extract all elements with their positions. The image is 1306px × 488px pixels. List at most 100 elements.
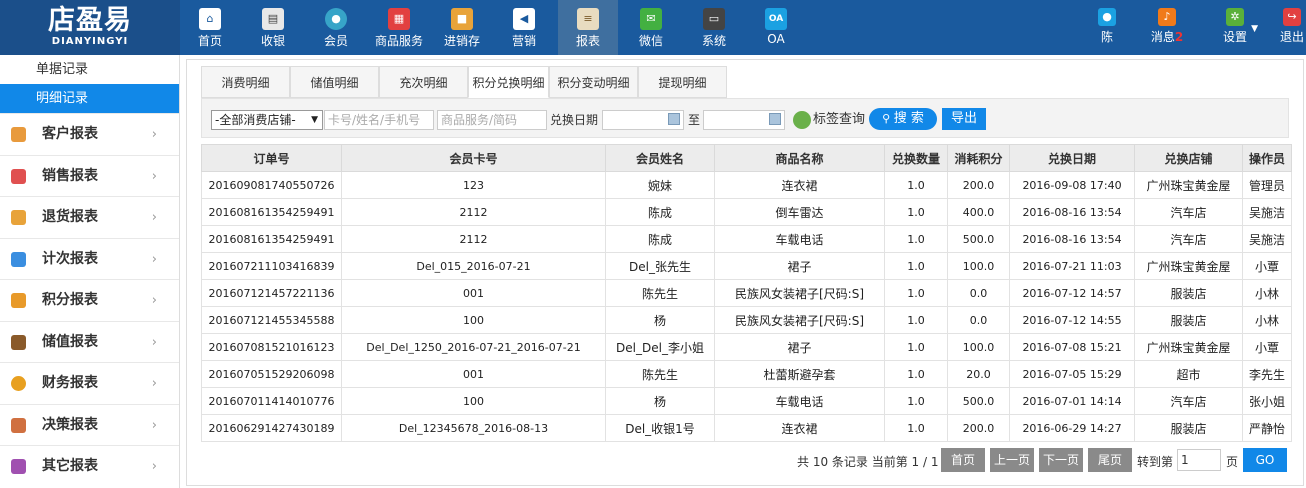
messages-button[interactable]: ♪ 消息2: [1142, 0, 1192, 55]
nav-home[interactable]: ⌂ 首页: [183, 0, 237, 55]
export-button[interactable]: 导出: [942, 108, 986, 130]
sidebar-item-customer-report[interactable]: 客户报表 ›: [0, 113, 179, 155]
nav-report[interactable]: ≡ 报表: [558, 0, 618, 55]
cell-store: 广州珠宝黄金屋: [1134, 171, 1243, 199]
col-operator[interactable]: 操作员: [1242, 144, 1292, 172]
logout-button[interactable]: ↪ 退出: [1278, 0, 1306, 55]
cell-store: 服装店: [1134, 279, 1243, 307]
tag-query-link[interactable]: 标签查询: [813, 111, 865, 129]
sidebar-item-label: 储值报表: [42, 333, 98, 350]
sidebar-item-points-report[interactable]: 积分报表 ›: [0, 279, 179, 321]
col-exchange-date[interactable]: 兑换日期: [1009, 144, 1135, 172]
nav-wechat[interactable]: ✉ 微信: [624, 0, 678, 55]
cell-goods-name: 连衣裙: [714, 171, 885, 199]
cash-register-icon: ▤: [262, 8, 284, 30]
chevron-right-icon: ›: [151, 293, 157, 308]
sidebar-sub-detail-records[interactable]: 明细记录: [0, 84, 179, 113]
sidebar-item-count-report[interactable]: 计次报表 ›: [0, 237, 179, 280]
cell-member-card: 2112: [341, 198, 606, 226]
next-page-button[interactable]: 下一页: [1039, 448, 1083, 472]
cell-operator: 管理员: [1242, 171, 1292, 199]
table-row[interactable]: 201607081521016123 Del_Del_1250_2016-07-2…: [201, 333, 1292, 361]
table-row[interactable]: 201607211103416839 Del_015_2016-07-21 Del_…: [201, 252, 1292, 280]
sidebar-item-return-report[interactable]: 退货报表 ›: [0, 196, 179, 238]
sidebar-item-label: 财务报表: [42, 375, 98, 391]
cell-goods-name: 裙子: [714, 333, 885, 361]
tab-withdraw-detail[interactable]: 提现明细: [638, 66, 727, 98]
col-member-card[interactable]: 会员卡号: [341, 144, 606, 172]
exchange-date-label: 兑换日期: [550, 113, 599, 127]
store-select-value: -全部消费店铺-: [215, 113, 296, 127]
search-button[interactable]: ⚲ 搜 索: [869, 108, 937, 130]
goto-page-input[interactable]: 1: [1177, 449, 1221, 471]
sidebar-item-label: 决策报表: [42, 416, 98, 433]
col-quantity[interactable]: 兑换数量: [884, 144, 948, 172]
store-select[interactable]: -全部消费店铺- ▼: [211, 110, 323, 130]
settings-button[interactable]: ✲ 设置 ▼: [1210, 0, 1260, 55]
cell-order-no: 201606291427430189: [201, 414, 342, 442]
logo[interactable]: 店盈易 DIANYINGYI: [0, 0, 180, 55]
messages-count: 2: [1174, 30, 1184, 44]
nav-system-label: 系统: [701, 34, 726, 48]
cell-goods-name: 杜蕾斯避孕套: [714, 360, 885, 388]
nav-system[interactable]: ▭ 系统: [687, 0, 741, 55]
table-row[interactable]: 201606291427430189 Del_12345678_2016-08-1…: [201, 414, 1292, 442]
end-date-input[interactable]: [703, 110, 785, 130]
tab-recharge-count-detail[interactable]: 充次明细: [379, 66, 468, 98]
customer-icon: [11, 127, 26, 142]
gear-icon: ✲: [1226, 8, 1244, 26]
cell-exchange-date: 2016-09-08 17:40: [1009, 171, 1135, 199]
sidebar-sub-document-records[interactable]: 单据记录: [0, 55, 179, 84]
sidebar-item-stored-value-report[interactable]: 储值报表 ›: [0, 320, 179, 363]
sidebar-item-sales-report[interactable]: 销售报表 ›: [0, 154, 179, 197]
cell-member-name: 杨: [605, 387, 715, 415]
sidebar-item-other-report[interactable]: 其它报表 ›: [0, 445, 179, 487]
tab-stored-value-detail[interactable]: 储值明细: [290, 66, 379, 98]
table-row[interactable]: 201607011414010776 100 杨车载电话 1.0 500.0 2016-0…: [201, 387, 1292, 415]
nav-member[interactable]: ● 会员: [309, 0, 363, 55]
search-icon: ⚲: [882, 112, 894, 125]
cell-quantity: 1.0: [884, 387, 948, 415]
table-row[interactable]: 201607121455345588 100 杨民族风女装裙子[尺码:S] 1.0 0.…: [201, 306, 1292, 334]
cell-store: 服装店: [1134, 414, 1243, 442]
first-page-button[interactable]: 首页: [941, 448, 985, 472]
cell-exchange-date: 2016-07-12 14:55: [1009, 306, 1135, 334]
table-row[interactable]: 201607121457221136 001 陈先生 民族风女装裙子[尺码:S] 1.0…: [201, 279, 1292, 307]
col-points-used[interactable]: 消耗积分: [947, 144, 1010, 172]
nav-oa[interactable]: OA OA: [749, 0, 803, 55]
tab-points-exchange-detail[interactable]: 积分兑换明细: [468, 66, 549, 98]
sidebar-item-decision-report[interactable]: 决策报表 ›: [0, 403, 179, 446]
user-profile[interactable]: ● 陈: [1088, 0, 1126, 55]
sidebar-item-label: 积分报表: [42, 292, 98, 308]
nav-marketing[interactable]: ◀ 营销: [497, 0, 551, 55]
prev-page-button[interactable]: 上一页: [990, 448, 1034, 472]
tab-consumption-detail[interactable]: 消费明细: [201, 66, 290, 98]
nav-inventory[interactable]: ■ 进销存: [435, 0, 489, 55]
nav-cashier[interactable]: ▤ 收银: [246, 0, 300, 55]
sidebar-item-label: 计次报表: [42, 250, 98, 267]
home-icon: ⌂: [199, 8, 221, 30]
logout-label: 退出: [1279, 30, 1304, 44]
go-button[interactable]: GO: [1243, 448, 1287, 472]
sidebar-item-finance-report[interactable]: 财务报表 ›: [0, 362, 179, 404]
start-date-input[interactable]: [602, 110, 684, 130]
cell-order-no: 201607121455345588: [201, 306, 342, 334]
col-member-name[interactable]: 会员姓名: [605, 144, 715, 172]
table-row[interactable]: 201608161354259491 2112 陈成 倒车雷达 1.0 400.0 2016…: [201, 198, 1292, 226]
logout-icon: ↪: [1283, 8, 1301, 26]
cell-points-used: 200.0: [947, 414, 1010, 442]
cell-order-no: 201608161354259491: [201, 198, 342, 226]
nav-goods-service[interactable]: ▦ 商品服务: [371, 0, 427, 55]
table-row[interactable]: 201608161354259491 2112 陈成 车载电话 1.0 500.0 2016…: [201, 225, 1292, 253]
col-store[interactable]: 兑换店铺: [1134, 144, 1243, 172]
col-order-no[interactable]: 订单号: [201, 144, 342, 172]
col-goods-name[interactable]: 商品名称: [714, 144, 885, 172]
goods-search-input[interactable]: 商品服务/简码: [437, 110, 547, 130]
last-page-button[interactable]: 尾页: [1088, 448, 1132, 472]
table-row[interactable]: 201607051529206098 001 陈先生 杜蕾斯避孕套 1.0 20.0 201…: [201, 360, 1292, 388]
cell-member-card: 123: [341, 171, 606, 199]
cell-operator: 小覃: [1242, 333, 1292, 361]
tab-points-change-detail[interactable]: 积分变动明细: [549, 66, 638, 98]
table-row[interactable]: 201609081740550726 123 婉妹 连衣裙 1.0 200.0 2016-0…: [201, 171, 1292, 199]
card-search-input[interactable]: 卡号/姓名/手机号: [324, 110, 434, 130]
